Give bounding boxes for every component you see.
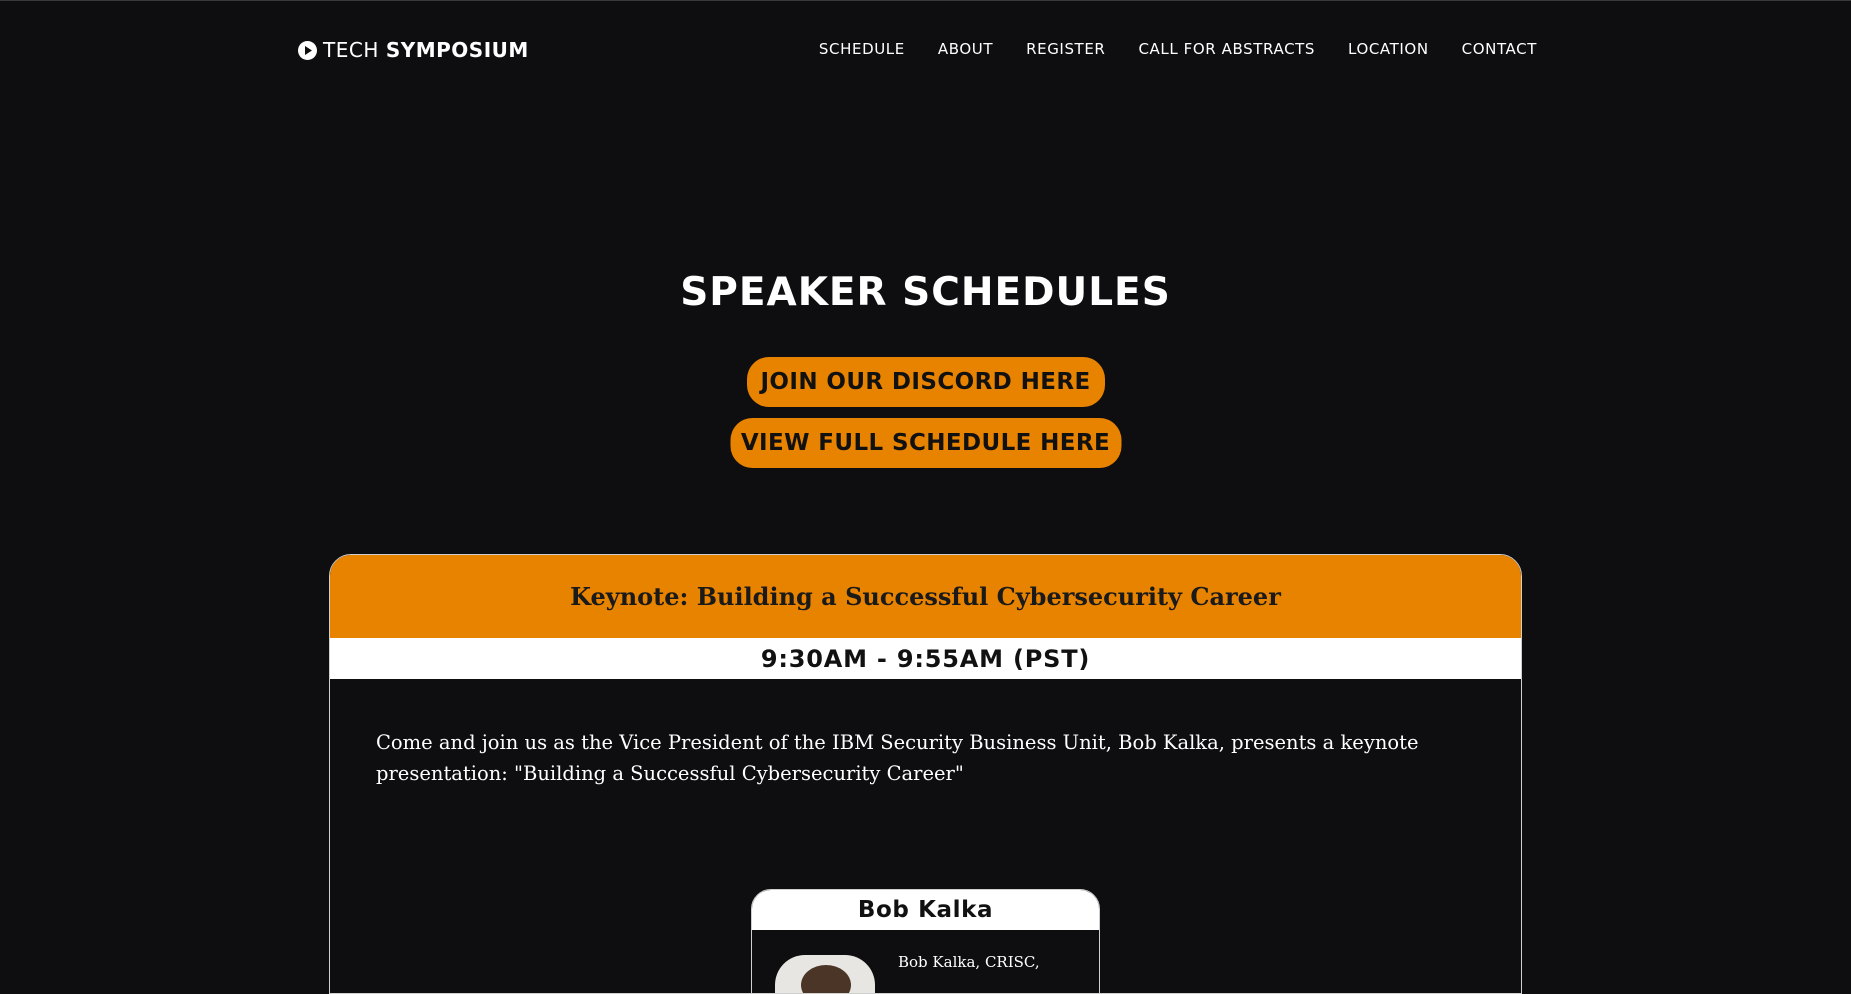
session-time: 9:30AM - 9:55AM (PST) xyxy=(330,638,1521,679)
site-header: TECH SYMPOSIUM SCHEDULE ABOUT REGISTER C… xyxy=(0,0,1851,100)
speaker-card: Bob Kalka Bob Kalka, CRISC, xyxy=(751,889,1100,993)
speaker-photo xyxy=(775,955,875,993)
nav-about[interactable]: ABOUT xyxy=(938,40,993,58)
play-circle-icon xyxy=(298,40,317,60)
session-title: Keynote: Building a Successful Cybersecu… xyxy=(330,555,1521,638)
join-discord-button[interactable]: JOIN OUR DISCORD HERE xyxy=(746,357,1105,407)
session-description: Come and join us as the Vice President o… xyxy=(376,731,1419,785)
session-card: Keynote: Building a Successful Cybersecu… xyxy=(329,554,1522,994)
nav-call-for-abstracts[interactable]: CALL FOR ABSTRACTS xyxy=(1138,40,1315,58)
main-nav: SCHEDULE ABOUT REGISTER CALL FOR ABSTRAC… xyxy=(819,40,1537,58)
view-full-schedule-button[interactable]: VIEW FULL SCHEDULE HERE xyxy=(730,418,1121,468)
page-title: SPEAKER SCHEDULES xyxy=(680,270,1171,315)
site-logo[interactable]: TECH SYMPOSIUM xyxy=(298,38,529,62)
nav-schedule[interactable]: SCHEDULE xyxy=(819,40,905,58)
nav-location[interactable]: LOCATION xyxy=(1348,40,1429,58)
speaker-bio: Bob Kalka, CRISC, xyxy=(898,953,1040,971)
logo-text-light: TECH xyxy=(323,38,379,62)
nav-contact[interactable]: CONTACT xyxy=(1462,40,1537,58)
nav-register[interactable]: REGISTER xyxy=(1026,40,1105,58)
logo-text-bold: SYMPOSIUM xyxy=(385,38,529,62)
speaker-name: Bob Kalka xyxy=(752,890,1099,930)
